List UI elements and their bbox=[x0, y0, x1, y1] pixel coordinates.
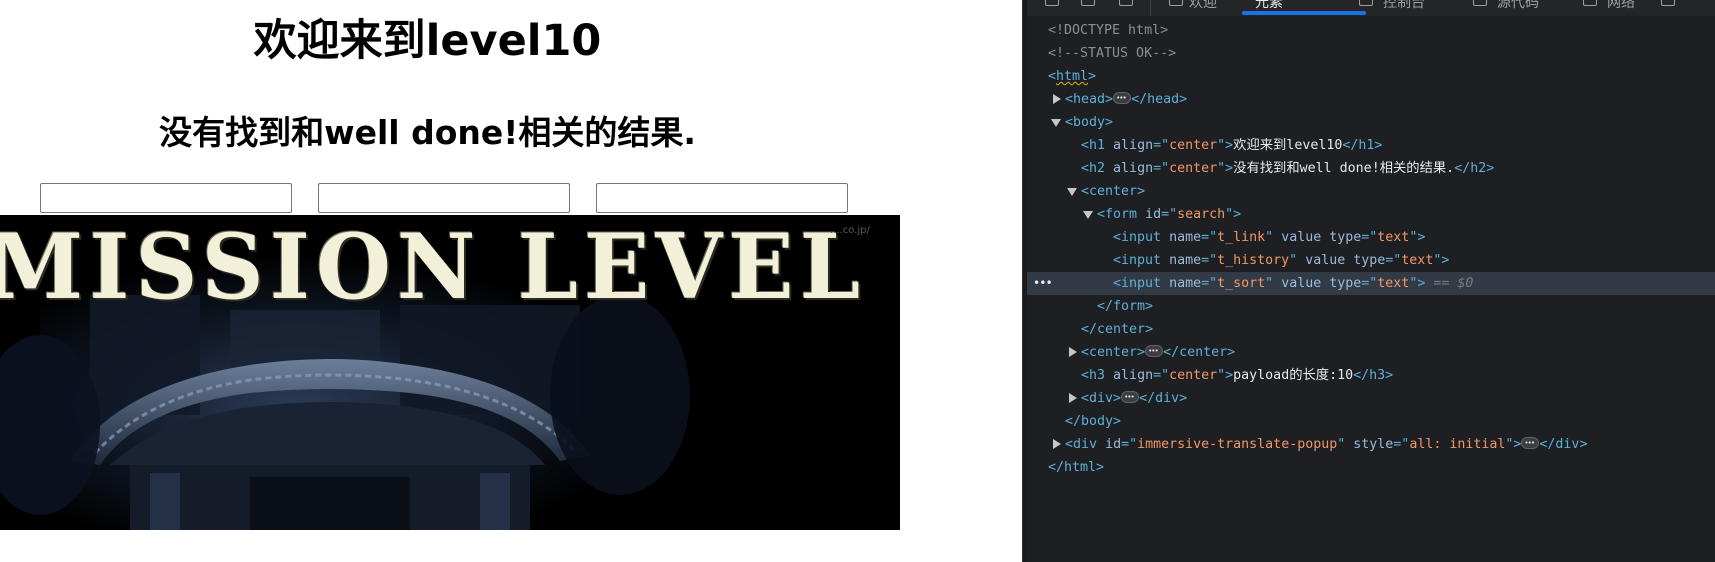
collapse-arrow-icon[interactable] bbox=[1067, 188, 1077, 196]
dom-line-center[interactable]: <center> bbox=[1027, 180, 1715, 203]
t-sort-input[interactable] bbox=[596, 183, 848, 213]
dom-line-center-close[interactable]: </center> bbox=[1027, 318, 1715, 341]
div-collapsed-node: <div></div> bbox=[1081, 386, 1187, 410]
expand-arrow-icon[interactable] bbox=[1069, 347, 1077, 357]
dom-line-form-close[interactable]: </form> bbox=[1027, 295, 1715, 318]
devtools-tab-bar: 欢迎 元素 控制台 源代码 网络 bbox=[1027, 0, 1715, 16]
dom-line-head[interactable]: <head></head> bbox=[1027, 87, 1715, 111]
center-collapsed-node: <center></center> bbox=[1081, 340, 1235, 364]
dom-line-h1[interactable]: <h1 align="center">欢迎来到level10</h1> bbox=[1027, 134, 1715, 157]
dom-line-input-t-sort-selected[interactable]: ••• <input name="t_sort" value type="tex… bbox=[1027, 272, 1715, 295]
body-open-tag: <body> bbox=[1065, 115, 1114, 130]
collapsed-ellipsis-icon[interactable] bbox=[1521, 432, 1540, 455]
dom-line-body[interactable]: <body> bbox=[1027, 111, 1715, 134]
html-open-tag: <html> bbox=[1048, 69, 1097, 84]
device-toolbar-icon[interactable] bbox=[1045, 0, 1059, 6]
tab-console[interactable]: 控制台 bbox=[1383, 0, 1425, 12]
dom-line-html-close[interactable]: </html> bbox=[1027, 456, 1715, 479]
input-node: <input name="t_sort" value type="text"> … bbox=[1113, 276, 1474, 291]
dom-line-comment[interactable]: <!--STATUS OK--> bbox=[1027, 42, 1715, 65]
h2-node: <h2 align="center">没有找到和well done!相关的结果.… bbox=[1081, 161, 1495, 176]
tab-sources[interactable]: 源代码 bbox=[1497, 0, 1539, 12]
rendered-page: 欢迎来到level10 没有找到和well done!相关的结果. MISSIO… bbox=[0, 0, 1022, 562]
dom-line-input-t-link[interactable]: <input name="t_link" value type="text"> bbox=[1027, 226, 1715, 249]
head-tag: <head></head> bbox=[1065, 87, 1187, 111]
performance-tab-icon bbox=[1661, 0, 1675, 6]
page-heading-h1: 欢迎来到level10 bbox=[253, 16, 602, 66]
input-node: <input name="t_link" value type="text"> bbox=[1113, 230, 1426, 245]
mission-level-banner-image: MISSION LEVEL 10 ....co.jp/ bbox=[0, 215, 900, 530]
center-open-tag: <center> bbox=[1081, 184, 1146, 199]
input-node: <input name="t_history" value type="text… bbox=[1113, 253, 1450, 268]
comment-text: <!--STATUS OK--> bbox=[1048, 46, 1177, 61]
expand-arrow-icon[interactable] bbox=[1053, 439, 1061, 449]
dom-line-html[interactable]: <html> bbox=[1027, 65, 1715, 88]
tab-network[interactable]: 网络 bbox=[1607, 0, 1635, 12]
dom-line-body-close[interactable]: </body> bbox=[1027, 410, 1715, 433]
banner-credit-text: ....co.jp/ bbox=[830, 225, 870, 236]
doctype-text: <!DOCTYPE html> bbox=[1048, 23, 1169, 38]
center-close-tag: </center> bbox=[1081, 322, 1154, 337]
banner-title-text: MISSION LEVEL 10 bbox=[0, 215, 900, 320]
dom-line-popup-div[interactable]: <div id="immersive-translate-popup" styl… bbox=[1027, 432, 1715, 456]
expand-arrow-icon[interactable] bbox=[1069, 393, 1077, 403]
devtools-panel: 欢迎 元素 控制台 源代码 网络 <!DOCTYPE html> <!--STA… bbox=[1027, 0, 1715, 562]
html-close-tag: </html> bbox=[1048, 460, 1105, 475]
dom-line-h2[interactable]: <h2 align="center">没有找到和well done!相关的结果.… bbox=[1027, 157, 1715, 180]
collapsed-ellipsis-icon[interactable] bbox=[1145, 340, 1164, 363]
dom-line-center-collapsed[interactable]: <center></center> bbox=[1027, 340, 1715, 364]
welcome-tab-icon bbox=[1169, 0, 1183, 6]
collapse-arrow-icon[interactable] bbox=[1051, 119, 1061, 127]
h3-node: <h3 align="center">payload的长度:10</h3> bbox=[1081, 368, 1394, 383]
collapse-arrow-icon[interactable] bbox=[1083, 211, 1093, 219]
expand-arrow-icon[interactable] bbox=[1053, 94, 1061, 104]
dom-line-doctype[interactable]: <!DOCTYPE html> bbox=[1027, 19, 1715, 42]
dom-line-input-t-history[interactable]: <input name="t_history" value type="text… bbox=[1027, 249, 1715, 272]
form-open-tag: <form id="search"> bbox=[1097, 207, 1242, 222]
dom-line-div-collapsed[interactable]: <div></div> bbox=[1027, 386, 1715, 410]
collapsed-ellipsis-icon[interactable] bbox=[1121, 386, 1140, 409]
t-history-input[interactable] bbox=[318, 183, 570, 213]
popup-div-node: <div id="immersive-translate-popup" styl… bbox=[1065, 432, 1587, 456]
collapsed-ellipsis-icon[interactable] bbox=[1113, 87, 1132, 110]
console-tab-icon bbox=[1359, 0, 1373, 6]
h1-node: <h1 align="center">欢迎来到level10</h1> bbox=[1081, 138, 1383, 153]
active-tab-indicator bbox=[1242, 11, 1366, 15]
dom-line-form[interactable]: <form id="search"> bbox=[1027, 203, 1715, 226]
page-heading-h2: 没有找到和well done!相关的结果. bbox=[159, 113, 696, 152]
more-actions-icon[interactable]: ••• bbox=[1033, 272, 1053, 295]
inspect-element-icon[interactable] bbox=[1081, 0, 1095, 6]
t-link-input[interactable] bbox=[40, 183, 292, 213]
body-close-tag: </body> bbox=[1065, 414, 1122, 429]
more-tools-icon[interactable] bbox=[1119, 0, 1133, 6]
tab-welcome[interactable]: 欢迎 bbox=[1189, 0, 1217, 12]
dom-line-h3[interactable]: <h3 align="center">payload的长度:10</h3> bbox=[1027, 364, 1715, 387]
sources-tab-icon bbox=[1473, 0, 1487, 6]
network-tab-icon bbox=[1583, 0, 1597, 6]
form-close-tag: </form> bbox=[1097, 299, 1154, 314]
tab-divider bbox=[1150, 0, 1151, 16]
